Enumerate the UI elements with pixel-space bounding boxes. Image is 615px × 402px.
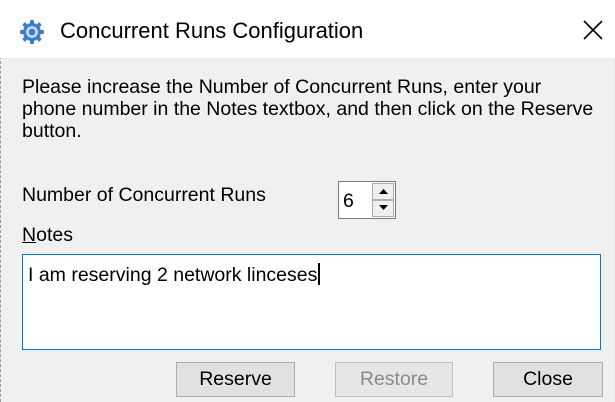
- chevron-up-icon: [379, 189, 388, 194]
- chevron-down-icon: [379, 205, 388, 210]
- notes-label-accelerator: N: [22, 224, 37, 246]
- text-caret: [318, 263, 320, 285]
- instructions-text: Please increase the Number of Concurrent…: [22, 76, 594, 142]
- close-button[interactable]: Close: [493, 362, 603, 397]
- gear-icon: [19, 19, 45, 45]
- concurrent-runs-label: Number of Concurrent Runs: [22, 184, 266, 206]
- notes-label-rest: otes: [36, 224, 73, 246]
- spinner-buttons: [372, 183, 394, 217]
- window-left-edge: [0, 56, 1, 402]
- reserve-button[interactable]: Reserve: [176, 362, 295, 397]
- notes-label: Notes: [22, 223, 73, 247]
- title-bar[interactable]: Concurrent Runs Configuration: [0, 0, 615, 58]
- close-icon[interactable]: [580, 17, 606, 43]
- window-title: Concurrent Runs Configuration: [60, 18, 364, 43]
- restore-button[interactable]: Restore: [335, 362, 453, 397]
- concurrent-runs-spinner[interactable]: 6: [338, 181, 396, 219]
- spin-up-button[interactable]: [372, 183, 394, 200]
- concurrent-runs-dialog: Concurrent Runs Configuration Please inc…: [0, 0, 615, 402]
- concurrent-runs-value[interactable]: 6: [343, 189, 354, 213]
- notes-value: I am reserving 2 network linceses: [28, 264, 318, 286]
- spin-down-button[interactable]: [372, 200, 394, 217]
- notes-textbox[interactable]: I am reserving 2 network linceses: [22, 254, 601, 350]
- notes-text-value[interactable]: I am reserving 2 network linceses: [28, 263, 320, 287]
